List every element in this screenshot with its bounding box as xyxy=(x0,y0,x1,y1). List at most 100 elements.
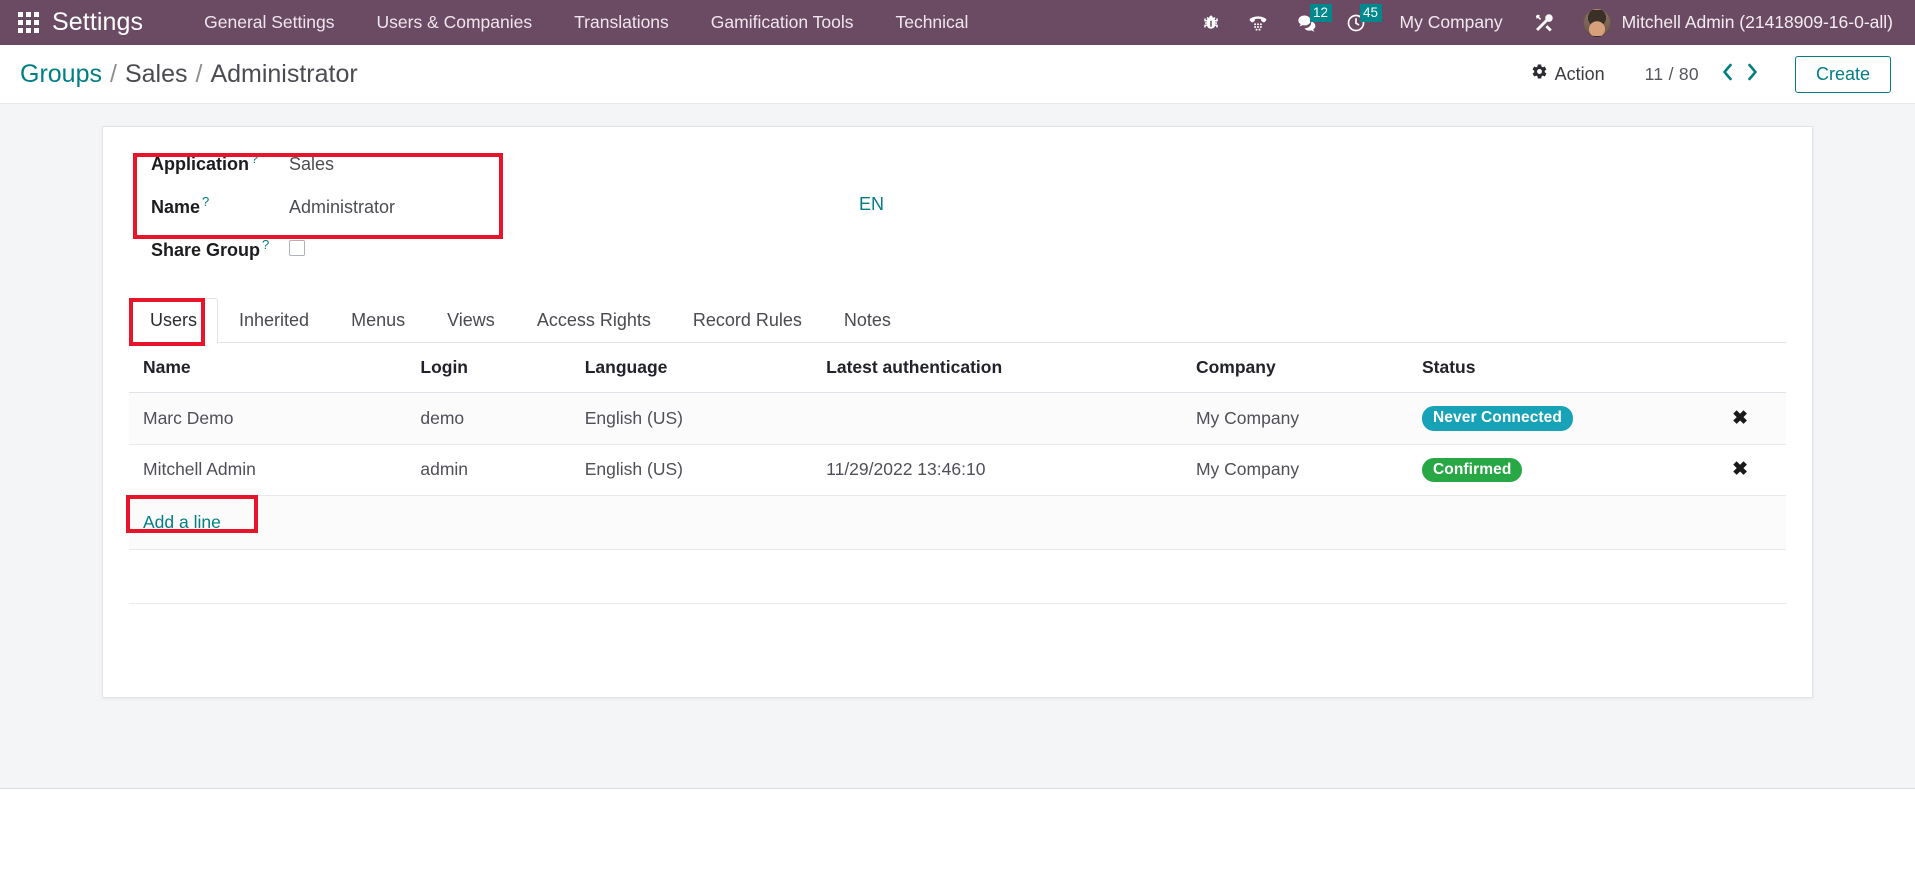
application-label: Application? xyxy=(129,151,289,175)
cell-login[interactable]: admin xyxy=(406,444,571,496)
table-header-row: Name Login Language Latest authenticatio… xyxy=(129,343,1786,393)
delete-row-icon[interactable]: ✖ xyxy=(1730,460,1778,479)
notebook-tabs: Users Inherited Menus Views Access Right… xyxy=(129,298,1786,346)
app-content-area: Application? Sales Name? Administrator E… xyxy=(0,104,1915,789)
table-row[interactable]: Mitchell Admin admin English (US) 11/29/… xyxy=(129,444,1786,496)
application-value[interactable]: Sales xyxy=(289,154,334,175)
field-row-name: Name? Administrator EN xyxy=(129,194,884,237)
breadcrumb: Groups / Sales / Administrator xyxy=(20,60,358,89)
cell-delete[interactable]: ✖ xyxy=(1716,444,1786,496)
cell-latest-authentication[interactable]: 11/29/2022 13:46:10 xyxy=(812,444,1182,496)
field-row-share-group: Share Group? xyxy=(129,237,769,280)
empty-filler-row xyxy=(129,549,1786,604)
cell-company[interactable]: My Company xyxy=(1181,392,1408,445)
tab-record-rules[interactable]: Record Rules xyxy=(672,298,823,343)
gear-icon xyxy=(1531,63,1555,85)
add-a-line-button[interactable]: Add a line xyxy=(143,512,221,532)
add-line-cell[interactable]: Add a line xyxy=(126,495,1786,550)
field-row-application: Application? Sales xyxy=(129,151,769,194)
column-header-actions xyxy=(1716,343,1786,393)
menu-general-settings[interactable]: General Settings xyxy=(183,0,355,45)
current-company[interactable]: My Company xyxy=(1380,12,1519,33)
tab-menus[interactable]: Menus xyxy=(330,298,426,343)
users-table-body: Marc Demo demo English (US) My Company N… xyxy=(126,392,1786,604)
column-header-latest-auth[interactable]: Latest authentication xyxy=(812,343,1182,393)
menu-translations[interactable]: Translations xyxy=(553,0,690,45)
table-row[interactable]: Marc Demo demo English (US) My Company N… xyxy=(129,392,1786,445)
name-label: Name? xyxy=(129,194,289,218)
users-table-head: Name Login Language Latest authenticatio… xyxy=(129,343,1786,393)
breadcrumb-separator-1: / xyxy=(109,59,117,88)
share-group-value xyxy=(289,240,305,261)
form-field-group: Application? Sales Name? Administrator E… xyxy=(129,151,884,280)
delete-row-icon[interactable]: ✖ xyxy=(1730,409,1778,428)
control-panel-right: Action 11 / 80 Create xyxy=(1521,55,1891,93)
breadcrumb-item-sales[interactable]: Sales xyxy=(125,60,188,89)
breadcrumb-item-groups[interactable]: Groups xyxy=(20,60,102,89)
navbar-right-group: 12 45 My Company Mitchell Admin (2141890… xyxy=(1188,0,1901,45)
bug-icon[interactable] xyxy=(1188,0,1234,45)
column-header-company[interactable]: Company xyxy=(1181,343,1408,393)
tools-icon[interactable] xyxy=(1519,0,1569,45)
tab-views[interactable]: Views xyxy=(426,298,516,343)
control-panel: Groups / Sales / Administrator Action 11… xyxy=(0,45,1915,104)
column-header-status[interactable]: Status xyxy=(1407,343,1717,393)
add-line-row[interactable]: Add a line xyxy=(126,495,1786,550)
cell-status[interactable]: Confirmed xyxy=(1407,444,1717,496)
action-button[interactable]: Action xyxy=(1521,59,1615,89)
breadcrumb-item-administrator: Administrator xyxy=(210,59,358,88)
breadcrumb-separator-2: / xyxy=(195,59,203,88)
top-navbar: Settings General Settings Users & Compan… xyxy=(0,0,1915,45)
name-value[interactable]: Administrator xyxy=(289,197,395,218)
activities-clock-icon[interactable]: 45 xyxy=(1332,0,1382,45)
name-label-text: Name xyxy=(151,197,201,217)
cell-language[interactable]: English (US) xyxy=(570,392,813,445)
user-menu[interactable]: Mitchell Admin (21418909-16-0-all) xyxy=(1569,8,1901,37)
tab-notes[interactable]: Notes xyxy=(823,298,912,343)
cell-latest-authentication[interactable] xyxy=(812,392,1182,445)
column-header-login[interactable]: Login xyxy=(406,343,571,393)
phone-dialpad-icon[interactable] xyxy=(1234,0,1282,45)
app-brand-settings[interactable]: Settings xyxy=(52,8,143,37)
empty-filler-cell xyxy=(129,549,1786,604)
application-help-icon[interactable]: ? xyxy=(251,151,258,166)
tab-inherited[interactable]: Inherited xyxy=(218,298,330,343)
messages-badge: 12 xyxy=(1309,4,1332,22)
create-button[interactable]: Create xyxy=(1794,55,1891,93)
action-label: Action xyxy=(1554,63,1605,84)
share-group-help-icon[interactable]: ? xyxy=(262,237,269,252)
cell-login[interactable]: demo xyxy=(406,392,571,445)
share-group-label-text: Share Group xyxy=(151,240,261,260)
share-group-label: Share Group? xyxy=(129,237,289,261)
status-badge: Confirmed xyxy=(1421,457,1523,482)
pager-previous-icon[interactable] xyxy=(1715,63,1740,85)
cell-company[interactable]: My Company xyxy=(1181,444,1408,496)
name-help-icon[interactable]: ? xyxy=(202,194,209,209)
status-badge: Never Connected xyxy=(1421,406,1573,431)
cell-name[interactable]: Marc Demo xyxy=(129,392,407,445)
menu-users-companies[interactable]: Users & Companies xyxy=(356,0,554,45)
pager-next-icon[interactable] xyxy=(1740,63,1765,85)
apps-grid-icon[interactable] xyxy=(18,11,40,34)
activities-badge: 45 xyxy=(1359,4,1382,22)
sheet-bottom-spacer xyxy=(129,604,1786,666)
share-group-checkbox[interactable] xyxy=(289,240,305,256)
column-header-language[interactable]: Language xyxy=(570,343,813,393)
avatar xyxy=(1582,8,1611,37)
cell-status[interactable]: Never Connected xyxy=(1407,392,1717,445)
tab-users[interactable]: Users xyxy=(129,298,219,343)
user-name-label: Mitchell Admin (21418909-16-0-all) xyxy=(1621,12,1893,32)
pager-value: 11 / 80 xyxy=(1644,63,1699,84)
form-sheet: Application? Sales Name? Administrator E… xyxy=(102,126,1813,698)
cell-language[interactable]: English (US) xyxy=(570,444,813,496)
application-label-text: Application xyxy=(151,154,249,174)
messages-icon[interactable]: 12 xyxy=(1282,0,1332,45)
menu-gamification-tools[interactable]: Gamification Tools xyxy=(690,0,875,45)
cell-delete[interactable]: ✖ xyxy=(1716,392,1786,445)
translation-language-badge[interactable]: EN xyxy=(859,194,884,215)
cell-name[interactable]: Mitchell Admin xyxy=(129,444,407,496)
tab-access-rights[interactable]: Access Rights xyxy=(516,298,672,343)
column-header-name[interactable]: Name xyxy=(129,343,407,393)
menu-technical[interactable]: Technical xyxy=(874,0,989,45)
users-list-table: Name Login Language Latest authenticatio… xyxy=(126,343,1786,604)
